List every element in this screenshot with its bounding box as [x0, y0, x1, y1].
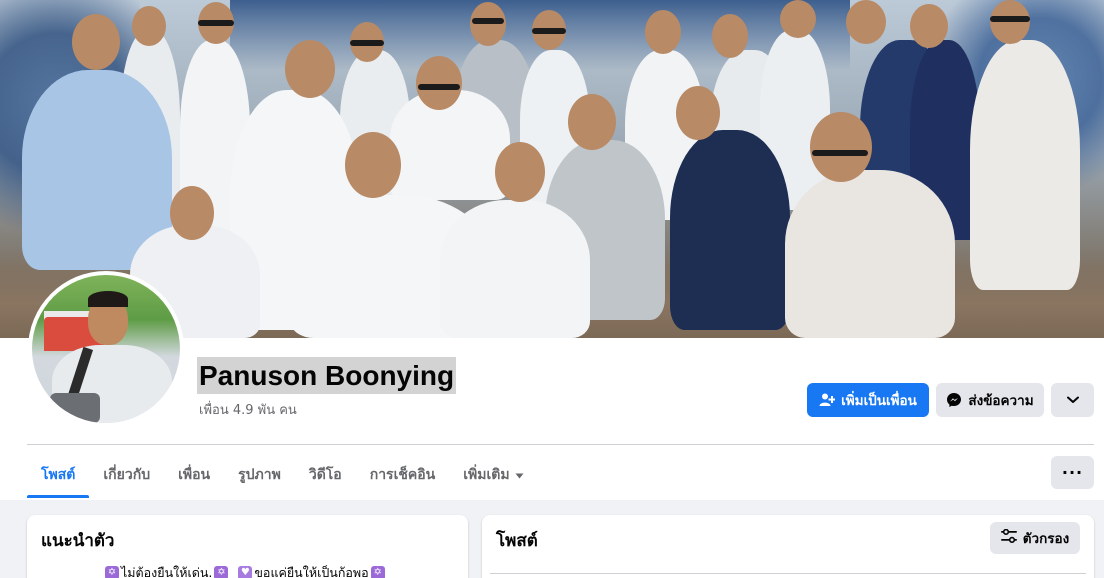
- tab-label: รูปภาพ: [238, 467, 281, 483]
- star-of-david-emoji-icon: ✡: [214, 566, 229, 578]
- posts-card: โพสต์ ตัวกรอง: [482, 515, 1094, 578]
- cover-sunglasses: [418, 84, 460, 90]
- cover-figure-head: [416, 56, 462, 110]
- star-of-david-emoji-icon: ✡: [105, 566, 119, 578]
- tab-checkins[interactable]: การเช็คอิน: [356, 452, 450, 498]
- cover-figure-head: [645, 10, 681, 54]
- cover-figure-head: [285, 40, 335, 98]
- tab-photos[interactable]: รูปภาพ: [224, 452, 295, 498]
- intro-card: แนะนำตัว ✡ ไม่ต้องยืนให้เด่น. ✡ ♥ ขอแค่ย…: [27, 515, 468, 578]
- tab-posts[interactable]: โพสต์: [27, 452, 90, 498]
- cover-figure-head: [676, 86, 720, 140]
- friends-count-link[interactable]: เพื่อน 4.9 พัน คน: [199, 399, 297, 420]
- posts-divider: [490, 573, 1086, 574]
- profile-tabs: โพสต์ เกี่ยวกับ เพื่อน รูปภาพ วิดีโอ การ…: [27, 452, 538, 498]
- tab-label: วิดีโอ: [308, 467, 342, 483]
- add-friend-button[interactable]: เพิ่มเป็นเพื่อน: [807, 383, 929, 417]
- tab-label: เกี่ยวกับ: [103, 467, 151, 483]
- add-friend-label: เพิ่มเป็นเพื่อน: [841, 393, 917, 409]
- cover-figure: [785, 170, 955, 338]
- cover-sunglasses: [532, 28, 566, 34]
- star-of-david-emoji-icon: ✡: [370, 566, 385, 578]
- cover-figure-head: [712, 14, 748, 58]
- profile-name: Panuson Boonying: [197, 357, 457, 394]
- cover-figure-head: [495, 142, 545, 202]
- more-dots-icon: ···: [1061, 463, 1084, 482]
- cover-sunglasses: [990, 16, 1030, 22]
- cover-figure-head: [990, 0, 1030, 44]
- intro-bio: ✡ ไม่ต้องยืนให้เด่น. ✡ ♥ ขอแค่ยืนให้เป็น…: [105, 563, 385, 578]
- cover-figure-head: [170, 186, 214, 240]
- filter-label: ตัวกรอง: [1022, 531, 1070, 547]
- tab-about[interactable]: เกี่ยวกับ: [89, 452, 164, 498]
- cover-figure: [970, 40, 1080, 290]
- tab-friends[interactable]: เพื่อน: [164, 452, 224, 498]
- profile-options-button[interactable]: [1051, 383, 1094, 417]
- tab-more[interactable]: เพิ่มเติม: [449, 452, 537, 498]
- cover-figure-head: [810, 112, 872, 182]
- heart-emoji-icon: ♥: [238, 566, 253, 578]
- bio-text-part1: ไม่ต้องยืนให้เด่น.: [121, 565, 213, 578]
- cover-photo[interactable]: [0, 0, 1104, 338]
- intro-title: แนะนำตัว: [41, 531, 115, 551]
- cover-figure-head: [568, 94, 616, 150]
- more-options-button[interactable]: ···: [1051, 456, 1094, 489]
- cover-figure-head: [470, 2, 506, 46]
- posts-title: โพสต์: [496, 531, 538, 551]
- message-button[interactable]: ส่งข้อความ: [936, 383, 1044, 417]
- filter-button[interactable]: ตัวกรอง: [990, 522, 1080, 554]
- cover-figure-head: [132, 6, 166, 46]
- profile-picture: [32, 275, 180, 423]
- bio-text-part2: ขอแค่ยืนให้เป็นก้อพอ: [254, 565, 369, 578]
- chevron-down-icon: [1066, 396, 1079, 404]
- cover-sunglasses: [472, 18, 504, 24]
- filter-sliders-icon: [1000, 528, 1017, 547]
- cover-figure-head: [780, 0, 816, 38]
- header-divider: [27, 444, 1094, 445]
- tab-label: โพสต์: [41, 467, 76, 483]
- cover-sunglasses: [350, 40, 384, 46]
- tab-videos[interactable]: วิดีโอ: [295, 452, 356, 498]
- cover-sunglasses: [812, 150, 868, 156]
- cover-sunglasses: [198, 20, 234, 26]
- avatar-hair: [88, 291, 128, 307]
- tab-label: การเช็คอิน: [369, 467, 436, 483]
- profile-avatar[interactable]: [28, 271, 184, 427]
- cover-figure-head: [72, 14, 120, 70]
- message-label: ส่งข้อความ: [968, 393, 1034, 409]
- add-friend-icon: [819, 392, 836, 408]
- cover-figure-head: [345, 132, 401, 198]
- avatar-bag: [50, 393, 100, 423]
- cover-figure-head: [910, 4, 948, 48]
- cover-figure: [440, 200, 590, 338]
- caret-down-icon: [515, 467, 524, 483]
- cover-figure-head: [846, 0, 886, 44]
- tab-label: เพิ่มเติม: [463, 467, 510, 483]
- cover-figure: [670, 130, 790, 330]
- tab-label: เพื่อน: [178, 467, 211, 483]
- messenger-icon: [946, 392, 962, 408]
